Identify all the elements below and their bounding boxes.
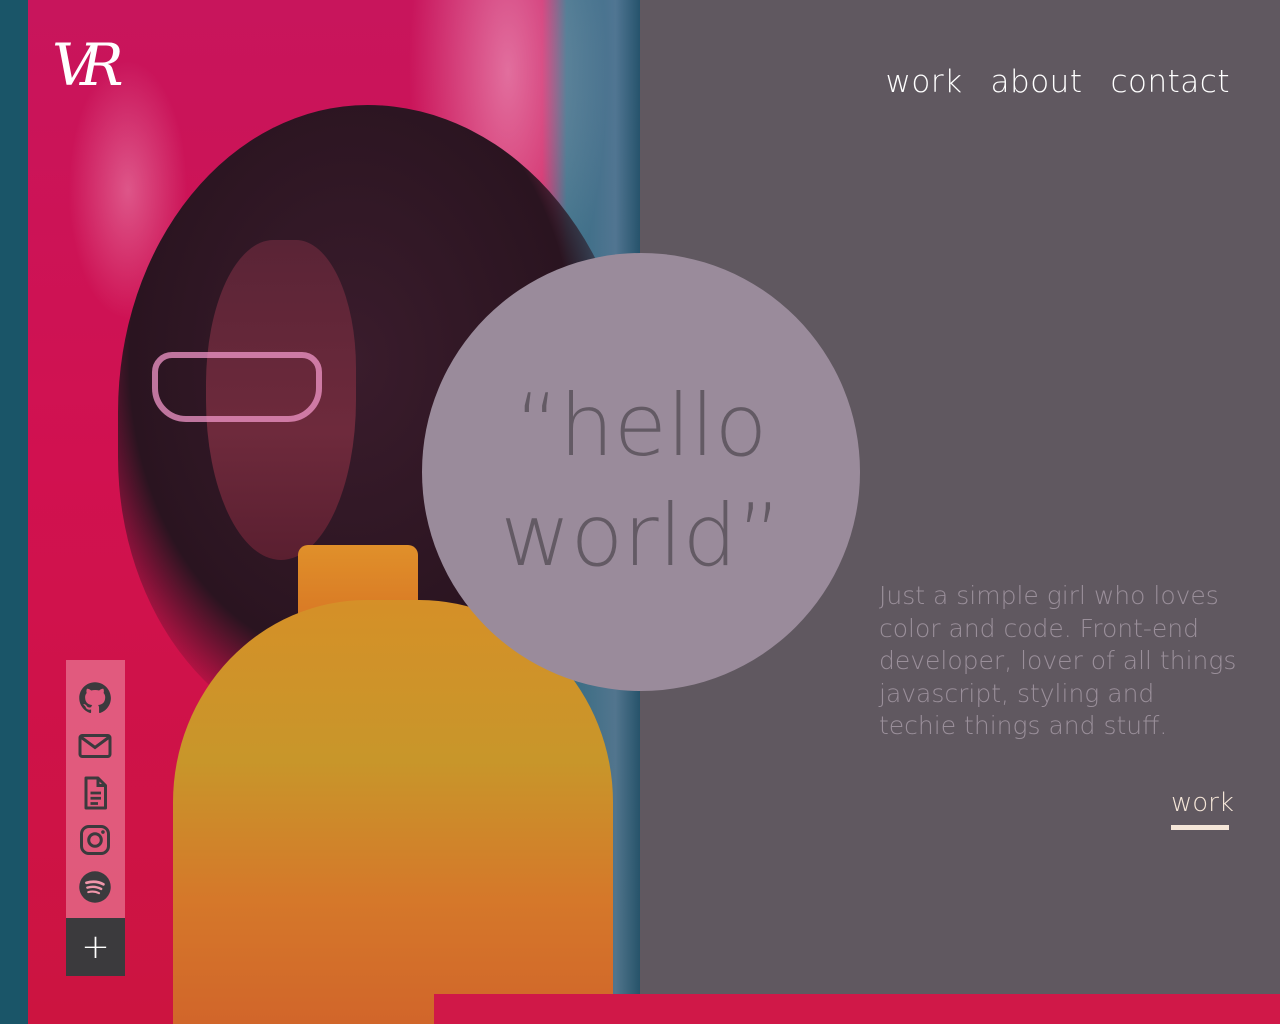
nav-work-link[interactable]: work [886,64,963,100]
nav-contact-link[interactable]: contact [1110,64,1230,100]
social-links-bar [66,660,125,918]
bio-line: javascript, styling and [879,678,1155,708]
work-cta-underline [1171,825,1229,830]
photo-glasses [152,352,322,422]
document-icon[interactable] [76,774,114,812]
bio-text: Just a simple girl who loves color and c… [879,580,1237,743]
instagram-icon[interactable] [76,821,114,859]
bio-line: color and code. Front-end [879,613,1200,643]
github-icon[interactable] [76,679,114,717]
bio-line: techie things and stuff. [879,711,1168,740]
bio-line: developer, lover of all things [879,646,1237,675]
nav-about-link[interactable]: about [991,64,1083,100]
work-cta-link[interactable]: work [1171,788,1234,818]
bottom-accent-bar [434,994,1280,1024]
mail-icon[interactable] [76,727,114,765]
main-nav: work about contact [886,64,1231,100]
hero-quote-line-2: world” [500,486,782,586]
left-accent-strip [0,0,28,1024]
logo[interactable]: VR [52,30,142,100]
social-toggle-button[interactable]: + [66,918,125,976]
spotify-icon[interactable] [76,868,114,906]
plus-icon: + [81,927,110,967]
bio-line: Just a simple girl who loves [879,581,1219,610]
hello-world-circle: “hello world” [422,253,860,691]
hero-quote-line-1: “hello [514,376,768,476]
